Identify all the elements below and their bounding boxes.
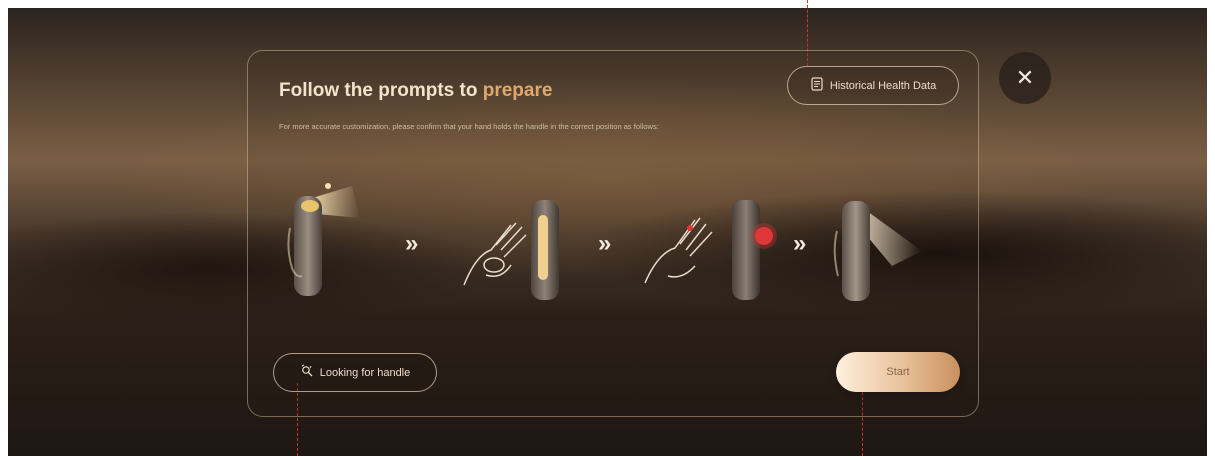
document-icon — [810, 77, 824, 94]
dialog-title: Follow the prompts to prepare — [279, 80, 552, 102]
step-arrow-3: » — [793, 230, 807, 257]
close-button[interactable]: ✕ — [999, 52, 1051, 104]
step-arrow-1: » — [405, 230, 419, 257]
start-button[interactable]: Start — [836, 352, 960, 392]
step-2-illustration — [456, 195, 581, 310]
step-1-illustration — [282, 178, 362, 308]
title-text-1: Follow the — [279, 80, 379, 101]
dialog-subtitle: For more accurate customization, please … — [279, 122, 659, 131]
title-text-3: prepare — [482, 80, 553, 101]
historical-health-data-label: Historical Health Data — [829, 79, 937, 92]
close-icon: ✕ — [1015, 65, 1035, 90]
looking-for-handle-button[interactable]: Looking for handle — [273, 353, 437, 392]
start-label: Start — [886, 366, 910, 378]
looking-for-handle-label: Looking for handle — [319, 366, 411, 379]
step-4-illustration — [832, 196, 932, 311]
step-arrow-2: » — [598, 230, 612, 257]
historical-health-data-button[interactable]: Historical Health Data — [787, 66, 959, 105]
title-text-2: prompts to — [378, 80, 483, 101]
handle-search-icon — [300, 364, 314, 381]
step-3-illustration — [640, 198, 780, 311]
